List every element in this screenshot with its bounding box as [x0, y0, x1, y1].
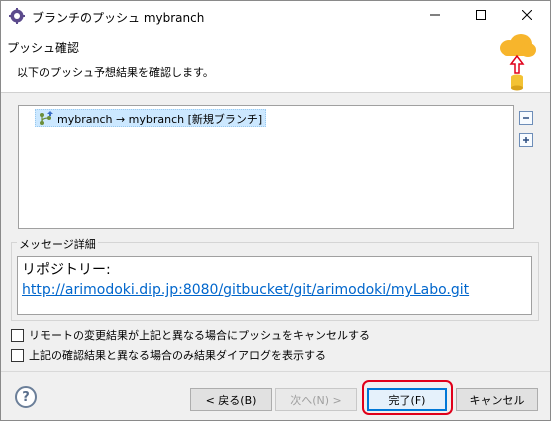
close-button[interactable]: [504, 1, 550, 31]
cancel-on-change-label: リモートの変更結果が上記と異なる場合にプッシュをキャンセルする: [29, 329, 370, 342]
tree-toolbar: [519, 111, 533, 155]
cancel-on-change-option[interactable]: リモートの変更結果が上記と異なる場合にプッシュをキャンセルする: [11, 327, 370, 343]
branch-push-icon: [38, 110, 54, 127]
button-bar: ? < 戻る(B) 次へ(N) > 完了(F) キャンセル: [1, 371, 550, 420]
help-button[interactable]: ?: [15, 386, 37, 408]
help-icon: ?: [22, 389, 30, 405]
eclipse-gear-icon: [9, 8, 25, 24]
message-details-text[interactable]: リポジトリー: http://arimodoki.dip.jp:8080/git…: [17, 256, 532, 315]
minimize-button[interactable]: [412, 1, 458, 31]
cancel-button[interactable]: キャンセル: [456, 388, 538, 411]
back-button[interactable]: < 戻る(B): [190, 388, 272, 411]
collapse-all-button[interactable]: [519, 111, 533, 125]
push-result-tree[interactable]: mybranch → mybranch [新規ブランチ]: [18, 105, 514, 229]
close-icon: [521, 9, 533, 23]
tree-item-branch[interactable]: mybranch → mybranch [新規ブランチ]: [35, 109, 267, 127]
finish-highlight-frame: [362, 380, 453, 415]
maximize-icon: [476, 9, 486, 23]
next-button[interactable]: 次へ(N) >: [275, 388, 357, 411]
page-description: 以下のプッシュ予想結果を確認します。: [17, 66, 214, 79]
title-bar: ブランチのプッシュ mybranch: [1, 1, 550, 31]
cloud-push-icon: [495, 33, 539, 91]
wizard-header: プッシュ確認 以下のプッシュ予想結果を確認します。: [1, 31, 550, 93]
maximize-button[interactable]: [458, 1, 504, 31]
show-dialog-label: 上記の確認結果と異なる場合のみ結果ダイアログを表示する: [29, 349, 326, 362]
message-details-legend: メッセージ詳細: [17, 236, 98, 252]
cancel-on-change-checkbox[interactable]: [11, 328, 24, 342]
repository-url-link[interactable]: http://arimodoki.dip.jp:8080/gitbucket/g…: [22, 280, 527, 300]
push-branch-dialog: ブランチのプッシュ mybranch プッシュ確認 以下のプッシュ予想結果を確認…: [0, 0, 551, 421]
minimize-icon: [430, 10, 440, 23]
window-title: ブランチのプッシュ mybranch: [32, 11, 205, 25]
show-dialog-checkbox[interactable]: [11, 348, 24, 362]
tree-item-label: mybranch → mybranch [新規ブランチ]: [57, 112, 263, 126]
show-dialog-option[interactable]: 上記の確認結果と異なる場合のみ結果ダイアログを表示する: [11, 347, 326, 363]
repository-label: リポジトリー:: [22, 262, 111, 278]
expand-all-button[interactable]: [519, 133, 533, 147]
page-title: プッシュ確認: [7, 41, 80, 55]
message-details-group: メッセージ詳細 リポジトリー: http://arimodoki.dip.jp:…: [11, 236, 539, 321]
